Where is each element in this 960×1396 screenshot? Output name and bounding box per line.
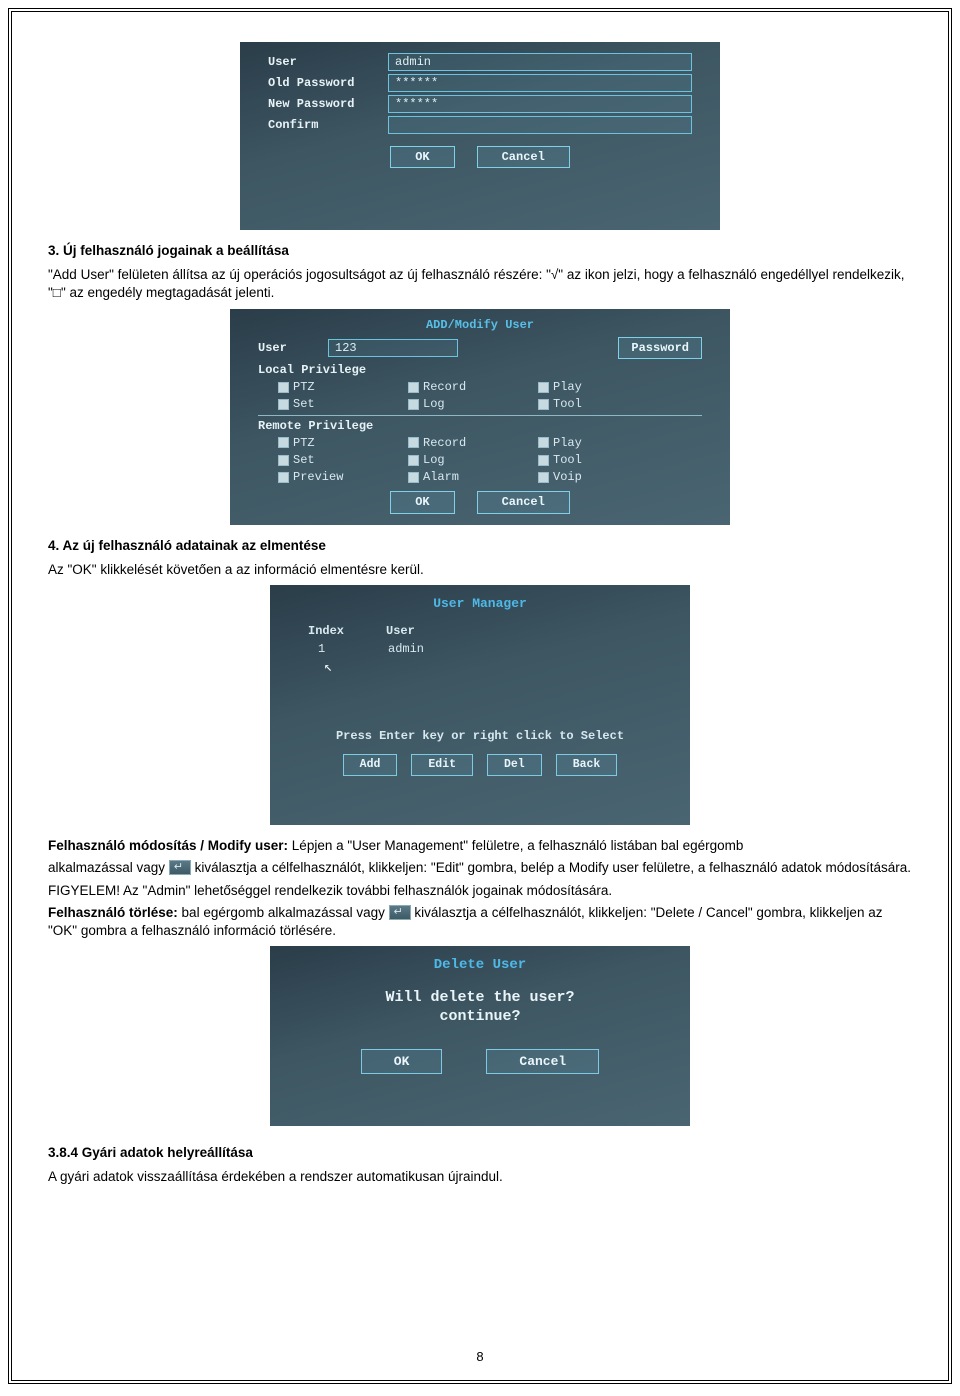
delete-user-text-a: bal egérgomb alkalmazással vagy [178, 905, 389, 920]
modify-user-rest: Lépjen a "User Management" felületre, a … [288, 838, 743, 853]
del-button[interactable]: Del [487, 754, 542, 776]
local-privilege-heading: Local Privilege [258, 362, 702, 378]
checkbox-icon [408, 437, 419, 448]
priv-item[interactable]: Record [408, 435, 498, 451]
priv-item[interactable]: Set [278, 452, 368, 468]
page-number: 8 [12, 1349, 948, 1364]
checkbox-icon [408, 455, 419, 466]
checkbox-icon [278, 382, 289, 393]
checkbox-icon [278, 472, 289, 483]
priv-item[interactable]: Play [538, 379, 628, 395]
checkbox-icon [538, 472, 549, 483]
confirm-message-2: continue? [278, 1008, 682, 1027]
screenshot-delete-user: Delete User Will delete the user? contin… [270, 946, 690, 1126]
page-content: User admin Old Password ****** New Passw… [48, 42, 912, 1187]
checkbox-icon [278, 455, 289, 466]
cell-index: 1 [318, 641, 348, 657]
text-before-icon: alkalmazással vagy [48, 860, 169, 875]
cursor-icon: ↖ [324, 659, 682, 678]
input-old-password[interactable]: ****** [388, 74, 692, 92]
priv-item[interactable]: Log [408, 396, 498, 412]
priv-item[interactable]: Preview [278, 469, 368, 485]
screenshot-add-modify-user: ADD/Modify User User 123 Password Local … [230, 309, 730, 525]
input-new-password[interactable]: ****** [388, 95, 692, 113]
priv-item[interactable]: PTZ [278, 379, 368, 395]
priv-item[interactable]: Record [408, 379, 498, 395]
label-user: User [268, 54, 378, 70]
priv-item[interactable]: Tool [538, 452, 628, 468]
label-confirm: Confirm [268, 117, 378, 133]
checkbox-icon [278, 399, 289, 410]
divider [258, 415, 702, 416]
label-user: User [258, 340, 318, 356]
cancel-button[interactable]: Cancel [486, 1049, 599, 1075]
checkbox-icon [408, 472, 419, 483]
paragraph-modify-user-3: FIGYELEM! Az "Admin" lehetőséggel rendel… [48, 882, 912, 900]
enter-key-icon [169, 860, 191, 875]
priv-item[interactable]: PTZ [278, 435, 368, 451]
checkbox-icon [538, 437, 549, 448]
paragraph-modify-user: Felhasználó módosítás / Modify user: Lép… [48, 837, 912, 855]
page-frame: User admin Old Password ****** New Passw… [8, 8, 952, 1384]
checkbox-icon [408, 399, 419, 410]
input-user[interactable]: 123 [328, 339, 458, 357]
confirm-message-1: Will delete the user? [278, 989, 682, 1008]
password-button[interactable]: Password [618, 337, 702, 359]
paragraph-delete-user: Felhasználó törlése: bal egérgomb alkalm… [48, 904, 912, 940]
checkbox-icon [538, 399, 549, 410]
col-index: Index [308, 623, 358, 639]
delete-user-lead: Felhasználó törlése: [48, 905, 178, 920]
priv-item[interactable]: Log [408, 452, 498, 468]
priv-item[interactable]: Play [538, 435, 628, 451]
priv-item[interactable]: Alarm [408, 469, 498, 485]
heading-384: 3.8.4 Gyári adatok helyreállítása [48, 1144, 912, 1162]
edit-button[interactable]: Edit [411, 754, 473, 776]
dialog-title: User Manager [278, 595, 682, 613]
screenshot-user-manager: User Manager Index User 1 admin ↖ Press … [270, 585, 690, 825]
priv-item[interactable]: Voip [538, 469, 628, 485]
checkbox-icon [278, 437, 289, 448]
text-after-icon: kiválasztja a célfelhasználót, klikkelje… [191, 860, 911, 875]
table-row[interactable]: 1 admin [318, 641, 642, 657]
dialog-title: Delete User [278, 956, 682, 975]
input-confirm[interactable] [388, 116, 692, 134]
label-new-password: New Password [268, 96, 378, 112]
cancel-button[interactable]: Cancel [477, 491, 570, 513]
checkbox-icon [538, 382, 549, 393]
label-old-password: Old Password [268, 75, 378, 91]
paragraph-4: Az "OK" klikkelését követően a az inform… [48, 561, 912, 579]
cancel-button[interactable]: Cancel [477, 146, 570, 168]
add-button[interactable]: Add [343, 754, 398, 776]
heading-3: 3. Új felhasználó jogainak a beállítása [48, 242, 912, 260]
heading-4: 4. Az új felhasználó adatainak az elment… [48, 537, 912, 555]
priv-item[interactable]: Tool [538, 396, 628, 412]
priv-item[interactable]: Set [278, 396, 368, 412]
checkbox-icon [408, 382, 419, 393]
checkbox-icon [538, 455, 549, 466]
ok-button[interactable]: OK [390, 146, 454, 168]
input-user[interactable]: admin [388, 53, 692, 71]
dialog-title: ADD/Modify User [238, 317, 722, 333]
hint-text: Press Enter key or right click to Select [278, 728, 682, 744]
ok-button[interactable]: OK [390, 491, 454, 513]
paragraph-modify-user-2: alkalmazással vagy kiválasztja a célfelh… [48, 859, 912, 877]
enter-key-icon [389, 905, 411, 920]
remote-privilege-heading: Remote Privilege [258, 418, 702, 434]
modify-user-lead: Felhasználó módosítás / Modify user: [48, 838, 288, 853]
col-user: User [386, 623, 415, 639]
paragraph-3: "Add User" felületen állítsa az új operá… [48, 266, 912, 302]
cell-user: admin [388, 641, 424, 657]
back-button[interactable]: Back [556, 754, 618, 776]
ok-button[interactable]: OK [361, 1049, 443, 1075]
screenshot-password-form: User admin Old Password ****** New Passw… [240, 42, 720, 230]
paragraph-384: A gyári adatok visszaállítása érdekében … [48, 1168, 912, 1186]
